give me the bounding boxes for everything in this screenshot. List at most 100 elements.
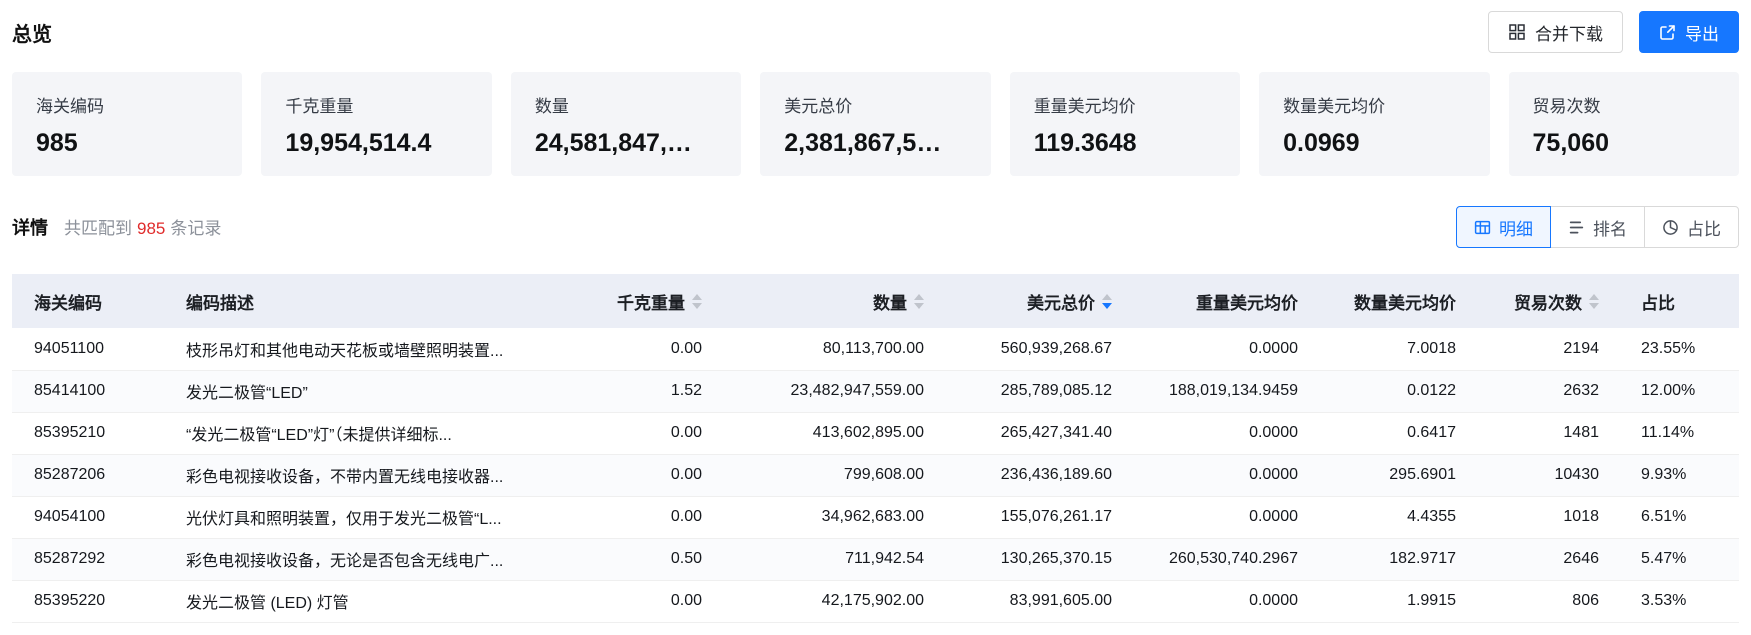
cell-usd-per-qty: 0.6417 (1318, 412, 1476, 454)
table-row[interactable]: 85395210“发光二极管“LED”灯”（未提供详细标...0.00413,6… (12, 412, 1739, 454)
match-record-text: 共匹配到985条记录 (64, 214, 221, 239)
cell-usd-per-kg: 188,019,134.9459 (1132, 370, 1318, 412)
column-header-usd-total[interactable]: 美元总价 (944, 274, 1132, 328)
column-label: 数量 (873, 289, 907, 314)
cell-description: “发光二极管“LED”灯”（未提供详细标... (164, 412, 562, 454)
topbar-actions: 合并下载 导出 (1488, 11, 1739, 53)
cell-trade-count: 806 (1476, 580, 1619, 622)
details-left: 详情 共匹配到985条记录 (12, 214, 221, 240)
cell-share: 9.93% (1619, 454, 1739, 496)
cell-usd-per-qty: 0.0122 (1318, 370, 1476, 412)
cell-quantity: 413,602,895.00 (722, 412, 944, 454)
cell-kg-weight: 0.00 (562, 412, 722, 454)
card-value: 24,581,847,… (535, 129, 717, 158)
sort-caret-icon[interactable] (914, 294, 924, 309)
cell-usd-total: 83,991,605.00 (944, 580, 1132, 622)
table-row[interactable]: 85287206彩色电视接收设备，不带内置无线电接收器...0.00799,60… (12, 454, 1739, 496)
tab-rank[interactable]: 排名 (1550, 206, 1645, 248)
cell-trade-count: 2632 (1476, 370, 1619, 412)
column-header-usd-per-kg: 重量美元均价 (1132, 274, 1318, 328)
cell-kg-weight: 0.50 (562, 538, 722, 580)
cell-hs-code: 85395220 (12, 580, 164, 622)
cell-usd-total: 285,789,085.12 (944, 370, 1132, 412)
export-button[interactable]: 导出 (1639, 11, 1739, 53)
column-label: 海关编码 (34, 289, 102, 314)
summary-card: 千克重量 19,954,514.4 (261, 72, 491, 176)
card-value: 119.3648 (1034, 129, 1216, 158)
cell-share: 6.51% (1619, 496, 1739, 538)
cell-hs-code: 85414100 (12, 370, 164, 412)
table-icon (1474, 219, 1491, 236)
page: 总览 合并下载 (0, 0, 1751, 623)
cell-description: 发光二极管 (LED) 灯管 (164, 580, 562, 622)
table-row[interactable]: 85287292彩色电视接收设备，无论是否包含无线电广...0.50711,94… (12, 538, 1739, 580)
cell-hs-code: 94054100 (12, 496, 164, 538)
card-label: 海关编码 (36, 92, 218, 117)
merge-download-button[interactable]: 合并下载 (1488, 11, 1623, 53)
cell-description: 光伏灯具和照明装置，仅用于发光二极管“L... (164, 496, 562, 538)
cell-kg-weight: 0.00 (562, 580, 722, 622)
cell-usd-per-kg: 0.0000 (1132, 496, 1318, 538)
cell-usd-per-kg: 260,530,740.2967 (1132, 538, 1318, 580)
cell-usd-per-kg: 0.0000 (1132, 580, 1318, 622)
tab-share[interactable]: 占比 (1644, 206, 1739, 248)
card-value: 19,954,514.4 (285, 129, 467, 158)
column-label: 美元总价 (1027, 289, 1095, 314)
column-label: 数量美元均价 (1354, 289, 1456, 314)
cell-usd-per-kg: 0.0000 (1132, 454, 1318, 496)
ranking-bars-icon (1568, 219, 1585, 236)
cell-usd-per-qty: 182.9717 (1318, 538, 1476, 580)
column-header-quantity[interactable]: 数量 (722, 274, 944, 328)
grid-squares-icon (1508, 23, 1526, 41)
cell-quantity: 711,942.54 (722, 538, 944, 580)
card-label: 重量美元均价 (1034, 92, 1216, 117)
card-label: 数量美元均价 (1283, 92, 1465, 117)
topbar: 总览 合并下载 (12, 0, 1739, 64)
cell-usd-per-qty: 1.9915 (1318, 580, 1476, 622)
table-row[interactable]: 94051100枝形吊灯和其他电动天花板或墙壁照明装置...0.0080,113… (12, 328, 1739, 370)
cell-hs-code: 85287292 (12, 538, 164, 580)
tab-detail[interactable]: 明细 (1456, 206, 1551, 248)
page-title: 总览 (12, 18, 52, 47)
view-switch: 明细 排名 占比 (1456, 206, 1739, 248)
cell-quantity: 34,962,683.00 (722, 496, 944, 538)
summary-card: 贸易次数75,060 (1509, 72, 1739, 176)
cell-share: 3.53% (1619, 580, 1739, 622)
card-label: 贸易次数 (1533, 92, 1715, 117)
sort-caret-icon[interactable] (692, 294, 702, 309)
card-value: 0.0969 (1283, 129, 1465, 158)
card-label: 数量 (535, 92, 717, 117)
export-label: 导出 (1685, 20, 1719, 45)
cell-usd-per-kg: 0.0000 (1132, 328, 1318, 370)
table-row[interactable]: 85395220发光二极管 (LED) 灯管0.0042,175,902.008… (12, 580, 1739, 622)
match-count: 985 (137, 219, 165, 238)
cell-share: 12.00% (1619, 370, 1739, 412)
card-label: 千克重量 (285, 92, 467, 117)
trade-table: 海关编码 编码描述 千克重量 数量 美元总价 重量美元均价 数量美元均价贸易次数占比 940… (12, 274, 1739, 623)
card-label: 美元总价 (784, 92, 966, 117)
card-value: 2,381,867,5… (784, 129, 966, 158)
column-header-usd-per-qty: 数量美元均价 (1318, 274, 1476, 328)
table-row[interactable]: 85414100发光二极管“LED”1.5223,482,947,559.002… (12, 370, 1739, 412)
pie-chart-icon (1662, 219, 1679, 236)
cell-share: 23.55% (1619, 328, 1739, 370)
summary-card: 数量美元均价 0.0969 (1259, 72, 1489, 176)
cell-quantity: 80,113,700.00 (722, 328, 944, 370)
column-label: 千克重量 (617, 289, 685, 314)
cell-share: 11.14% (1619, 412, 1739, 454)
column-header-share: 占比 (1619, 274, 1739, 328)
sort-caret-icon[interactable] (1589, 294, 1599, 309)
column-header-kg-weight[interactable]: 千克重量 (562, 274, 722, 328)
column-label: 编码描述 (186, 289, 254, 314)
sort-caret-icon[interactable] (1102, 294, 1112, 309)
cell-usd-per-kg: 0.0000 (1132, 412, 1318, 454)
match-prefix: 共匹配到 (64, 219, 132, 238)
cell-kg-weight: 0.00 (562, 454, 722, 496)
column-header-trade-count[interactable]: 贸易次数 (1476, 274, 1619, 328)
details-title: 详情 (12, 214, 48, 240)
cell-usd-total: 155,076,261.17 (944, 496, 1132, 538)
cell-usd-per-qty: 295.6901 (1318, 454, 1476, 496)
cell-kg-weight: 0.00 (562, 328, 722, 370)
table-row[interactable]: 94054100光伏灯具和照明装置，仅用于发光二极管“L...0.0034,96… (12, 496, 1739, 538)
column-header-description: 编码描述 (164, 274, 562, 328)
